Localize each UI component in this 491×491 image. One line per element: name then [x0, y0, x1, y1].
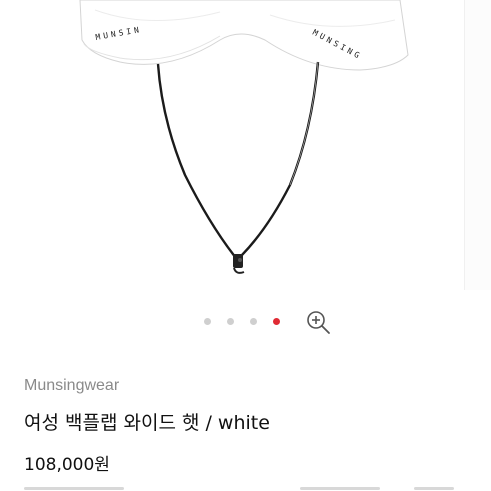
product-image-gallery[interactable]: MUNSIN MUNSING — [0, 0, 491, 295]
brand-name[interactable]: Munsingwear — [24, 377, 119, 395]
pagination-dot[interactable] — [204, 317, 211, 325]
zoom-button[interactable] — [304, 308, 332, 336]
gallery-pagination — [204, 316, 280, 326]
zoom-in-icon — [307, 311, 330, 334]
product-title: 여성 백플랩 와이드 햇 / white — [24, 412, 270, 434]
pagination-dot[interactable] — [227, 317, 234, 325]
product-price: 108,000원 — [24, 455, 110, 475]
product-image: MUNSIN MUNSING — [79, 0, 409, 274]
pagination-dot[interactable] — [250, 317, 257, 325]
cut-off-info-row — [0, 482, 491, 491]
pagination-dot-active[interactable] — [273, 317, 280, 325]
